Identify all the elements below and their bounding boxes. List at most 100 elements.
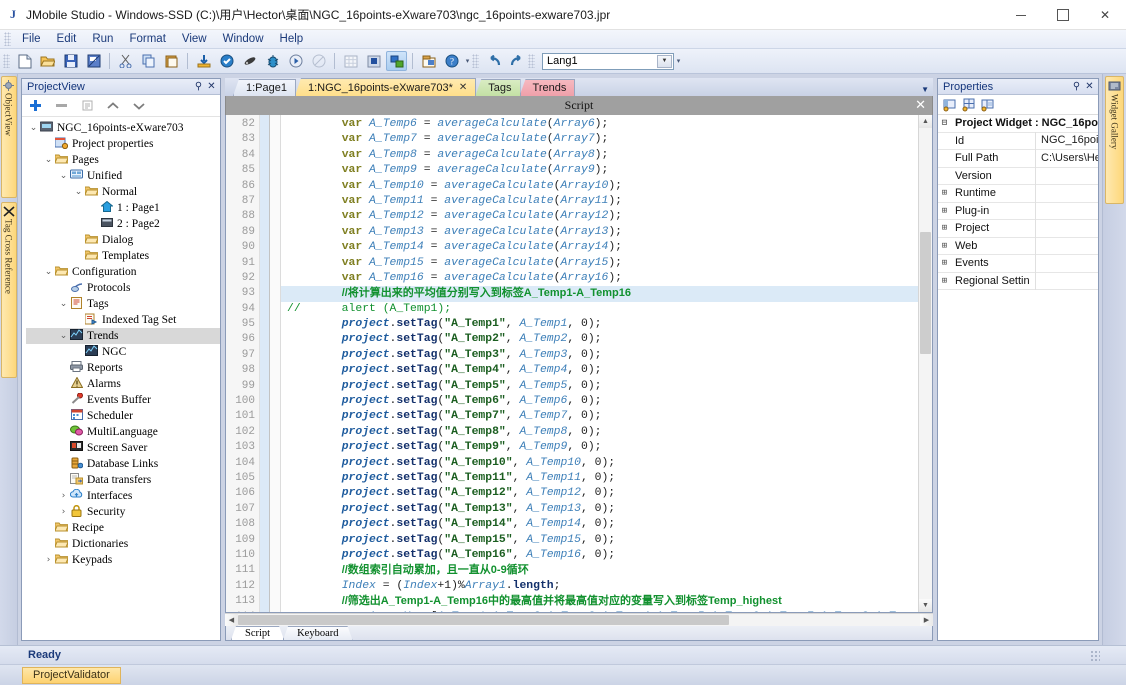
property-row[interactable]: ⊞ Events — [938, 254, 1098, 273]
code-line[interactable]: project.setTag("A_Temp1", A_Temp1, 0); — [281, 317, 918, 332]
tree-item-screen-saver[interactable]: Screen Saver — [26, 440, 220, 456]
chevron-down-icon[interactable]: ⌄ — [58, 171, 69, 181]
page-icon[interactable] — [418, 51, 439, 71]
menu-item-window[interactable]: Window — [215, 31, 272, 47]
code-line[interactable]: var A_Temp12 = averageCalculate(Array12)… — [281, 209, 918, 224]
scroll-right-button[interactable]: ▶ — [920, 614, 933, 626]
bottom-tab-script[interactable]: Script — [231, 626, 284, 640]
chevron-down-icon[interactable]: ⌄ — [58, 331, 69, 341]
pin-icon[interactable]: ⚲ — [192, 80, 205, 93]
categorize-button[interactable] — [942, 97, 958, 113]
property-value[interactable] — [1035, 167, 1098, 185]
property-value[interactable] — [1035, 219, 1098, 237]
minimize-button[interactable] — [1000, 0, 1042, 30]
code-line[interactable]: //筛选出A_Temp1-A_Temp16中的最高值并将最高值对应的变量写入到标… — [281, 594, 918, 609]
property-row[interactable]: Id NGC_16points-e — [938, 132, 1098, 150]
tab-tags[interactable]: Tags — [475, 79, 521, 96]
property-value[interactable] — [1035, 237, 1098, 255]
horizontal-scroll-track[interactable] — [238, 614, 920, 626]
chevron-right-icon[interactable]: › — [58, 491, 69, 501]
tree-item-dialog[interactable]: Dialog — [26, 232, 220, 248]
project-tree[interactable]: ⌄ NGC_16points-eXware703 Project propertie… — [22, 117, 220, 640]
tree-item-multilanguage[interactable]: MultiLanguage — [26, 424, 220, 440]
tree-item-pages[interactable]: ⌄ Pages — [26, 152, 220, 168]
menu-item-help[interactable]: Help — [272, 31, 312, 47]
chevron-down-icon[interactable]: ⌄ — [28, 123, 39, 133]
tree-item-events-buffer[interactable]: Events Buffer — [26, 392, 220, 408]
tree-item-ngc-16points-exware703[interactable]: ⌄ NGC_16points-eXware703 — [26, 120, 220, 136]
expand-icon[interactable]: ⊞ — [938, 206, 951, 216]
link-icon[interactable] — [239, 51, 260, 71]
close-button[interactable]: ✕ — [1084, 0, 1126, 30]
code-fold-bar[interactable] — [270, 115, 281, 612]
close-icon[interactable]: ✕ — [205, 80, 218, 93]
snap-icon[interactable] — [363, 51, 384, 71]
menu-item-run[interactable]: Run — [84, 31, 121, 47]
code-line[interactable]: project.setTag("A_Temp12", A_Temp12, 0); — [281, 486, 918, 501]
tree-item-ngc[interactable]: NGC — [26, 344, 220, 360]
copy-icon[interactable] — [138, 51, 159, 71]
code-line[interactable]: project.setTag("A_Temp16", A_Temp16, 0); — [281, 548, 918, 563]
code-line[interactable]: project.setTag("A_Temp2", A_Temp2, 0); — [281, 332, 918, 347]
code-line[interactable]: project.setTag("A_Temp13", A_Temp13, 0); — [281, 502, 918, 517]
tab-page1[interactable]: 1:Page1 — [233, 79, 296, 96]
menu-item-file[interactable]: File — [14, 31, 49, 47]
code-line[interactable]: var A_Temp16 = averageCalculate(Array16)… — [281, 271, 918, 286]
move-up-button[interactable] — [105, 98, 121, 114]
menu-item-view[interactable]: View — [174, 31, 215, 47]
menu-item-edit[interactable]: Edit — [49, 31, 85, 47]
code-line[interactable]: var A_Temp6 = averageCalculate(Array6); — [281, 117, 918, 132]
code-line[interactable]: project.setTag("A_Temp3", A_Temp3, 0); — [281, 348, 918, 363]
code-line[interactable]: var A_Temp10 = averageCalculate(Array10)… — [281, 179, 918, 194]
expand-icon[interactable]: ⊞ — [938, 276, 951, 286]
debug-icon[interactable] — [262, 51, 283, 71]
horizontal-scrollbar[interactable]: ◀ ▶ — [225, 613, 933, 626]
code-line[interactable]: var A_Temp9 = averageCalculate(Array9); — [281, 163, 918, 178]
code-line[interactable]: var A_Temp11 = averageCalculate(Array11)… — [281, 194, 918, 209]
property-value[interactable]: C:\Users\Hector — [1035, 149, 1098, 167]
horizontal-scroll-thumb[interactable] — [238, 615, 730, 625]
property-value[interactable] — [1035, 272, 1098, 290]
code-line[interactable]: var A_Temp15 = averageCalculate(Array15)… — [281, 256, 918, 271]
expand-icon[interactable]: ⊞ — [938, 258, 951, 268]
vertical-scrollbar[interactable]: ▲ ▼ — [918, 115, 932, 612]
vtab-widget-gallery[interactable]: Widget Gallery — [1105, 76, 1124, 204]
tree-item-normal[interactable]: ⌄ Normal — [26, 184, 220, 200]
code-line[interactable]: //将计算出来的平均值分别写入到标签A_Temp1-A_Temp16 — [281, 286, 918, 302]
property-row[interactable]: ⊞ Project — [938, 219, 1098, 238]
property-row[interactable]: Version — [938, 167, 1098, 185]
stop-icon[interactable] — [308, 51, 329, 71]
validate-icon[interactable] — [216, 51, 237, 71]
code-line[interactable]: var A_Temp8 = averageCalculate(Array8); — [281, 148, 918, 163]
save-as-icon[interactable] — [83, 51, 104, 71]
code-lines[interactable]: var A_Temp6 = averageCalculate(Array6); … — [281, 115, 918, 612]
tree-item-data-transfers[interactable]: Data transfers — [26, 472, 220, 488]
chevron-right-icon[interactable]: › — [43, 555, 54, 565]
rename-button[interactable] — [79, 98, 95, 114]
tree-item-indexed-tag-set[interactable]: Indexed Tag Set — [26, 312, 220, 328]
remove-button[interactable] — [53, 98, 69, 114]
add-button[interactable] — [27, 98, 43, 114]
move-down-button[interactable] — [131, 98, 147, 114]
align-icon[interactable] — [386, 51, 407, 71]
property-row[interactable]: ⊞ Web — [938, 237, 1098, 255]
code-line[interactable]: project.setTag("A_Temp10", A_Temp10, 0); — [281, 456, 918, 471]
tree-item-1-page1[interactable]: 1 : Page1 — [26, 200, 220, 216]
properties-table[interactable]: ⊟ Project Widget : NGC_16poi Id NGC_16point… — [938, 115, 1098, 640]
chevron-down-icon[interactable]: ⌄ — [73, 187, 84, 197]
code-line[interactable]: var A_Temp14 = averageCalculate(Array14)… — [281, 240, 918, 255]
properties-group-header[interactable]: ⊟ Project Widget : NGC_16poi — [938, 115, 1098, 133]
code-line[interactable]: project.setTag("A_Temp15", A_Temp15, 0); — [281, 533, 918, 548]
toolbar-overflow-button[interactable]: ▾ — [674, 51, 683, 71]
code-line[interactable]: project.setTag("A_Temp4", A_Temp4, 0); — [281, 363, 918, 378]
chevron-down-icon[interactable]: ▼ — [657, 54, 672, 68]
new-icon[interactable] — [14, 51, 35, 71]
code-line[interactable]: project.setTag("A_Temp5", A_Temp5, 0); — [281, 379, 918, 394]
redo-icon[interactable] — [506, 51, 527, 71]
code-line[interactable]: project.setTag("A_Temp14", A_Temp14, 0); — [281, 517, 918, 532]
expand-icon[interactable]: ⊞ — [938, 223, 951, 233]
open-icon[interactable] — [37, 51, 58, 71]
tree-item-templates[interactable]: Templates — [26, 248, 220, 264]
grid-icon[interactable] — [340, 51, 361, 71]
tree-item-project-properties[interactable]: Project properties — [26, 136, 220, 152]
